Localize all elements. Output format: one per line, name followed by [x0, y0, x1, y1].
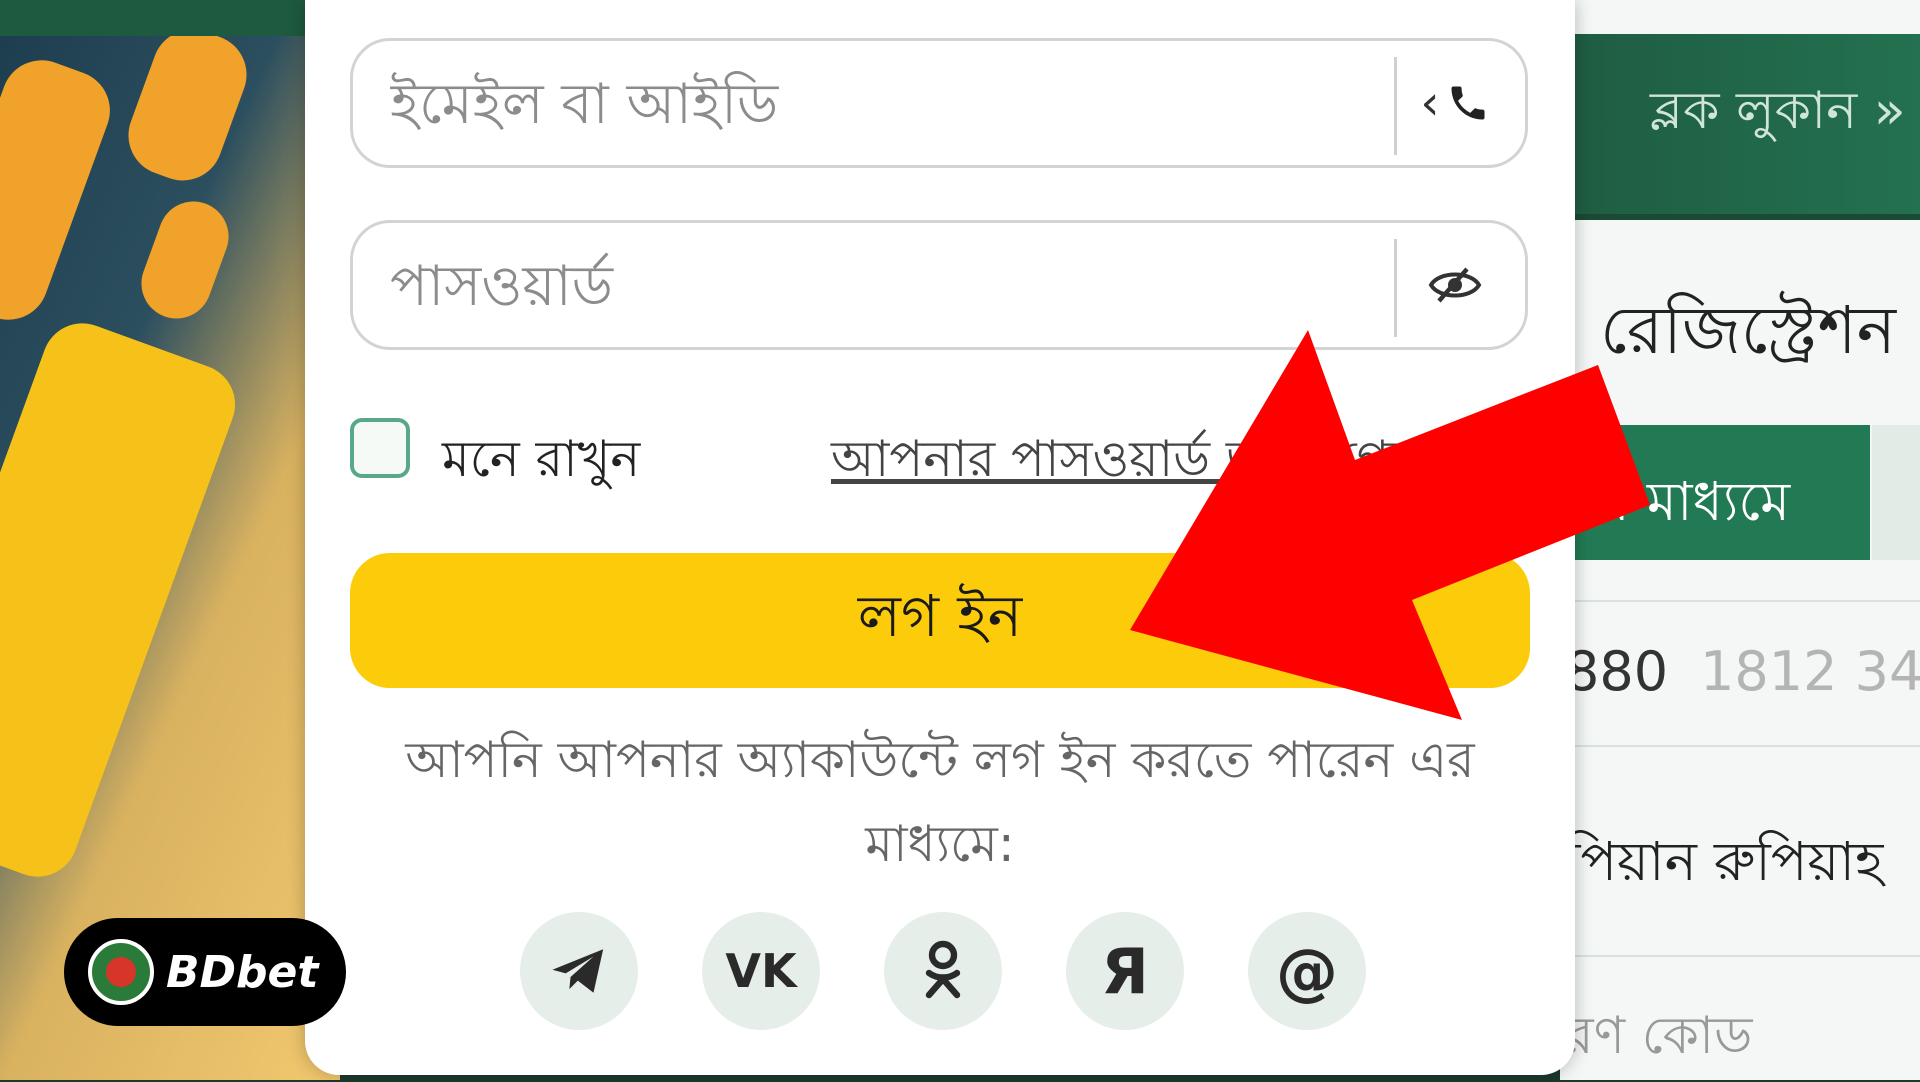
- telegram-icon: [552, 949, 604, 993]
- hide-block-link[interactable]: ব্লক লুকান »: [1650, 70, 1906, 157]
- odnoklassniki-icon: [925, 940, 961, 999]
- vk-icon: VK: [725, 944, 797, 998]
- yandex-icon: Я: [1101, 934, 1149, 1008]
- show-password-toggle[interactable]: [1405, 223, 1505, 347]
- chevron-left-icon: ‹: [1420, 75, 1440, 131]
- mail-login-button[interactable]: @: [1248, 912, 1366, 1030]
- red-arrow-annotation: [1130, 330, 1650, 720]
- field-divider: [1394, 57, 1397, 155]
- phone-number-field[interactable]: 1812 345: [1700, 640, 1920, 703]
- telegram-login-button[interactable]: [520, 912, 638, 1030]
- yandex-login-button[interactable]: Я: [1066, 912, 1184, 1030]
- registration-tab-inactive[interactable]: [1872, 425, 1920, 560]
- divider: [1560, 955, 1920, 957]
- decor-stripe: [0, 312, 247, 888]
- promo-code-field[interactable]: রণ কোড: [1565, 995, 1752, 1082]
- email-input[interactable]: [388, 41, 1332, 167]
- remember-me-label[interactable]: মনে রাখুন: [442, 422, 640, 505]
- field-divider: [1394, 239, 1397, 337]
- odnoklassniki-login-button[interactable]: [884, 912, 1002, 1030]
- at-icon: @: [1276, 934, 1338, 1008]
- logo-ball: [106, 957, 136, 987]
- email-field[interactable]: ‹: [350, 38, 1528, 168]
- decor-stripe: [131, 191, 239, 329]
- remember-me-checkbox[interactable]: [350, 418, 410, 478]
- phone-login-toggle[interactable]: ‹: [1405, 41, 1505, 165]
- vk-login-button[interactable]: VK: [702, 912, 820, 1030]
- arrow-shape: [1130, 330, 1650, 720]
- bdbet-logo: BDbet: [64, 918, 346, 1026]
- decor-stripe: [0, 49, 122, 331]
- currency-select[interactable]: পিয়ান রুপিয়াহ: [1565, 820, 1883, 910]
- phone-icon: [1451, 86, 1485, 120]
- logo-text: BDbet: [166, 946, 319, 998]
- logo-emblem-icon: [88, 939, 154, 1005]
- social-login-prompt: আপনি আপনার অ্যাকাউন্টে লগ ইন করতে পারেন …: [405, 731, 1475, 873]
- divider: [1560, 745, 1920, 747]
- decor-stripe: [117, 18, 258, 192]
- eye-slash-icon: [1428, 267, 1482, 303]
